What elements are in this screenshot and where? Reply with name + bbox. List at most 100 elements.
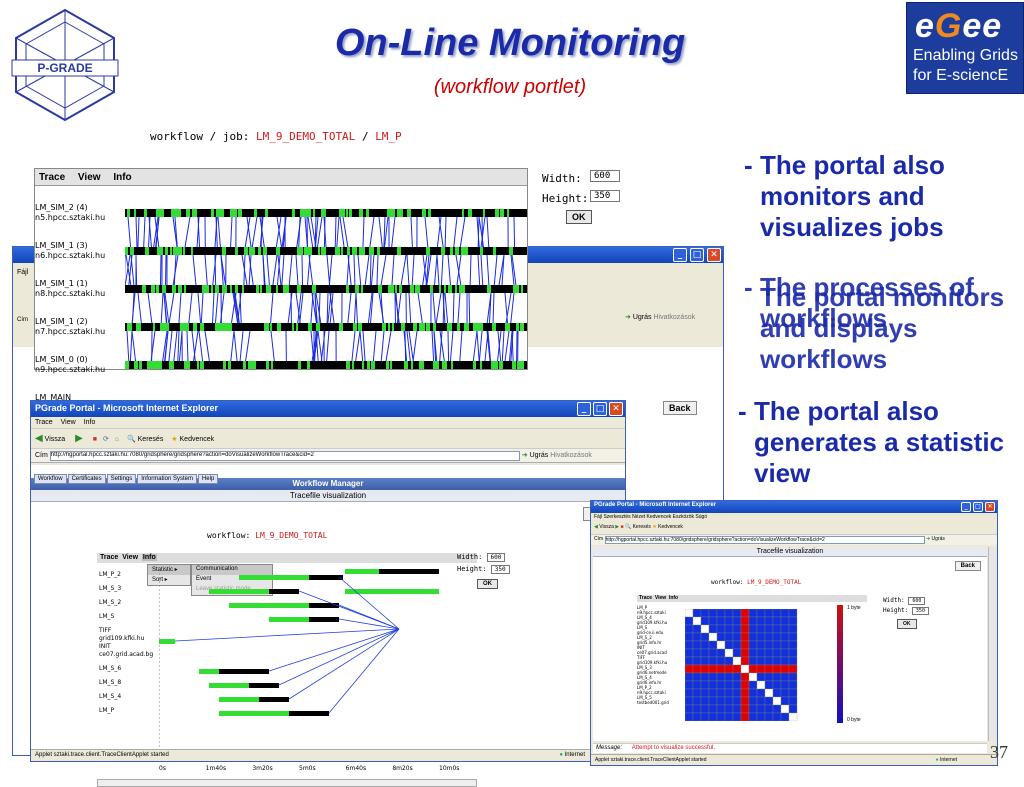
matrix-cell	[733, 697, 741, 705]
menu-trace[interactable]: Trace	[100, 554, 118, 561]
horizontal-scrollbar[interactable]	[97, 779, 477, 787]
menu-view[interactable]: View	[78, 172, 101, 183]
search-label[interactable]: Keresés	[138, 436, 164, 443]
portal-tab[interactable]: Settings	[107, 474, 137, 484]
trace-segment	[395, 285, 397, 293]
address-input[interactable]: http://hgportal.hpcc.sztaki.hu:7080/grid…	[50, 451, 520, 461]
trace-segment	[517, 361, 520, 369]
matrix-cell	[773, 625, 781, 633]
height-label: Height:	[542, 192, 588, 205]
trace-message-line	[412, 255, 414, 285]
matrix-cell	[701, 665, 709, 673]
portal-tab[interactable]: Workflow	[34, 474, 67, 484]
maximize-icon[interactable]: □	[593, 402, 607, 416]
trace-segment	[224, 285, 227, 293]
matrix-cell	[709, 649, 717, 657]
applet-ok-button[interactable]: OK	[477, 579, 498, 589]
matrix-cell	[781, 673, 789, 681]
trace-segment	[367, 361, 370, 369]
menu-view[interactable]: View	[122, 554, 138, 561]
home-icon[interactable]: ⌂	[115, 436, 119, 443]
trace-message-line	[161, 293, 163, 323]
trace-segment	[455, 247, 459, 255]
matrix-cell	[701, 705, 709, 713]
close-icon[interactable]: ✕	[985, 502, 995, 512]
menu-info[interactable]: Info	[142, 554, 157, 561]
favorites-icon[interactable]: ★	[171, 436, 177, 443]
ok-button[interactable]: OK	[566, 210, 592, 224]
address-label: Cím	[35, 452, 48, 459]
menu-trace[interactable]: Trace	[639, 595, 652, 601]
matrix-cell	[789, 609, 797, 617]
search-icon[interactable]: 🔍	[127, 436, 136, 443]
trace-segment	[426, 247, 430, 255]
trace-message-line	[481, 255, 483, 285]
matrix-cell	[773, 609, 781, 617]
background-go[interactable]: ➜ Ugrás Hivatkozások	[625, 313, 695, 321]
back-arrow-icon[interactable]: ◀	[35, 433, 43, 444]
ie-menu-item[interactable]: Info	[84, 419, 96, 426]
matrix-cell	[733, 705, 741, 713]
trace-segment	[457, 323, 460, 331]
background-menu-fragment[interactable]: Fájl	[17, 269, 28, 276]
minimize-icon[interactable]: _	[961, 502, 971, 512]
menu-info[interactable]: Info	[669, 595, 678, 601]
go-icon[interactable]: ➜	[522, 452, 528, 459]
close-icon[interactable]: ✕	[609, 402, 623, 416]
stop-icon[interactable]: ■	[93, 436, 97, 443]
stat-ok-button[interactable]: OK	[897, 619, 917, 629]
stat-height-input[interactable]: 350	[912, 607, 929, 615]
applet-lane-label: INIT	[99, 643, 111, 651]
matrix-cell	[733, 657, 741, 665]
stat-width-input[interactable]: 600	[908, 597, 925, 605]
refresh-icon[interactable]: ⟳	[103, 436, 109, 443]
back-arrow-icon[interactable]: ◀	[594, 524, 598, 530]
stat-address-input[interactable]: http://hgportal.hpcc.sztaki.hu:7080/grid…	[605, 536, 925, 544]
trace-segment	[419, 323, 422, 331]
menu-info[interactable]: Info	[113, 172, 131, 183]
trace-segment	[265, 209, 268, 217]
trace-segment	[355, 285, 359, 293]
back-label[interactable]: Vissza	[45, 436, 66, 443]
stop-icon[interactable]: ■	[621, 524, 624, 530]
trace-segment	[248, 361, 252, 369]
background-back-button[interactable]: Back	[663, 401, 697, 415]
go-label[interactable]: Ugrás	[530, 452, 549, 459]
links-label[interactable]: Hivatkozások	[550, 452, 592, 459]
maximize-icon[interactable]: □	[973, 502, 983, 512]
menu-trace[interactable]: Trace	[39, 172, 65, 183]
trace-segment	[336, 247, 340, 255]
portal-tab[interactable]: Help	[198, 474, 218, 484]
close-icon[interactable]: ✕	[707, 248, 721, 262]
trace-message-line	[514, 217, 515, 247]
trace-message-line	[271, 331, 274, 361]
stat-back-button[interactable]: Back	[955, 561, 981, 571]
width-input[interactable]: 600	[590, 170, 620, 182]
height-input[interactable]: 350	[590, 190, 620, 202]
trace-segment	[343, 209, 345, 217]
ie-menu-item[interactable]: Trace	[35, 419, 53, 426]
matrix-cell	[781, 681, 789, 689]
trace-segment	[276, 247, 280, 255]
maximize-icon[interactable]: □	[690, 248, 704, 262]
trace-segment	[513, 285, 515, 293]
forward-arrow-icon[interactable]: ▶	[615, 524, 619, 530]
matrix-cell	[749, 625, 757, 633]
applet-width-input[interactable]: 600	[487, 553, 506, 562]
bullet-4: -The portal also generates a statistic v…	[754, 396, 1004, 489]
portal-tab[interactable]: Certificates	[68, 474, 106, 484]
stat-vertical-scrollbar[interactable]	[988, 547, 997, 741]
forward-arrow-icon[interactable]: ▶	[75, 433, 83, 444]
applet-height-input[interactable]: 350	[491, 565, 510, 574]
minimize-icon[interactable]: _	[673, 248, 687, 262]
favorites-icon[interactable]: ★	[652, 524, 656, 530]
matrix-cell	[749, 609, 757, 617]
matrix-cell	[781, 689, 789, 697]
time-tick: 3m20s	[252, 765, 272, 773]
portal-tab[interactable]: Information System	[137, 474, 197, 484]
ie-menu-item[interactable]: View	[61, 419, 76, 426]
menu-view[interactable]: View	[655, 595, 666, 601]
minimize-icon[interactable]: _	[577, 402, 591, 416]
trace-message-line	[445, 293, 448, 323]
favorites-label[interactable]: Kedvencek	[180, 436, 215, 443]
